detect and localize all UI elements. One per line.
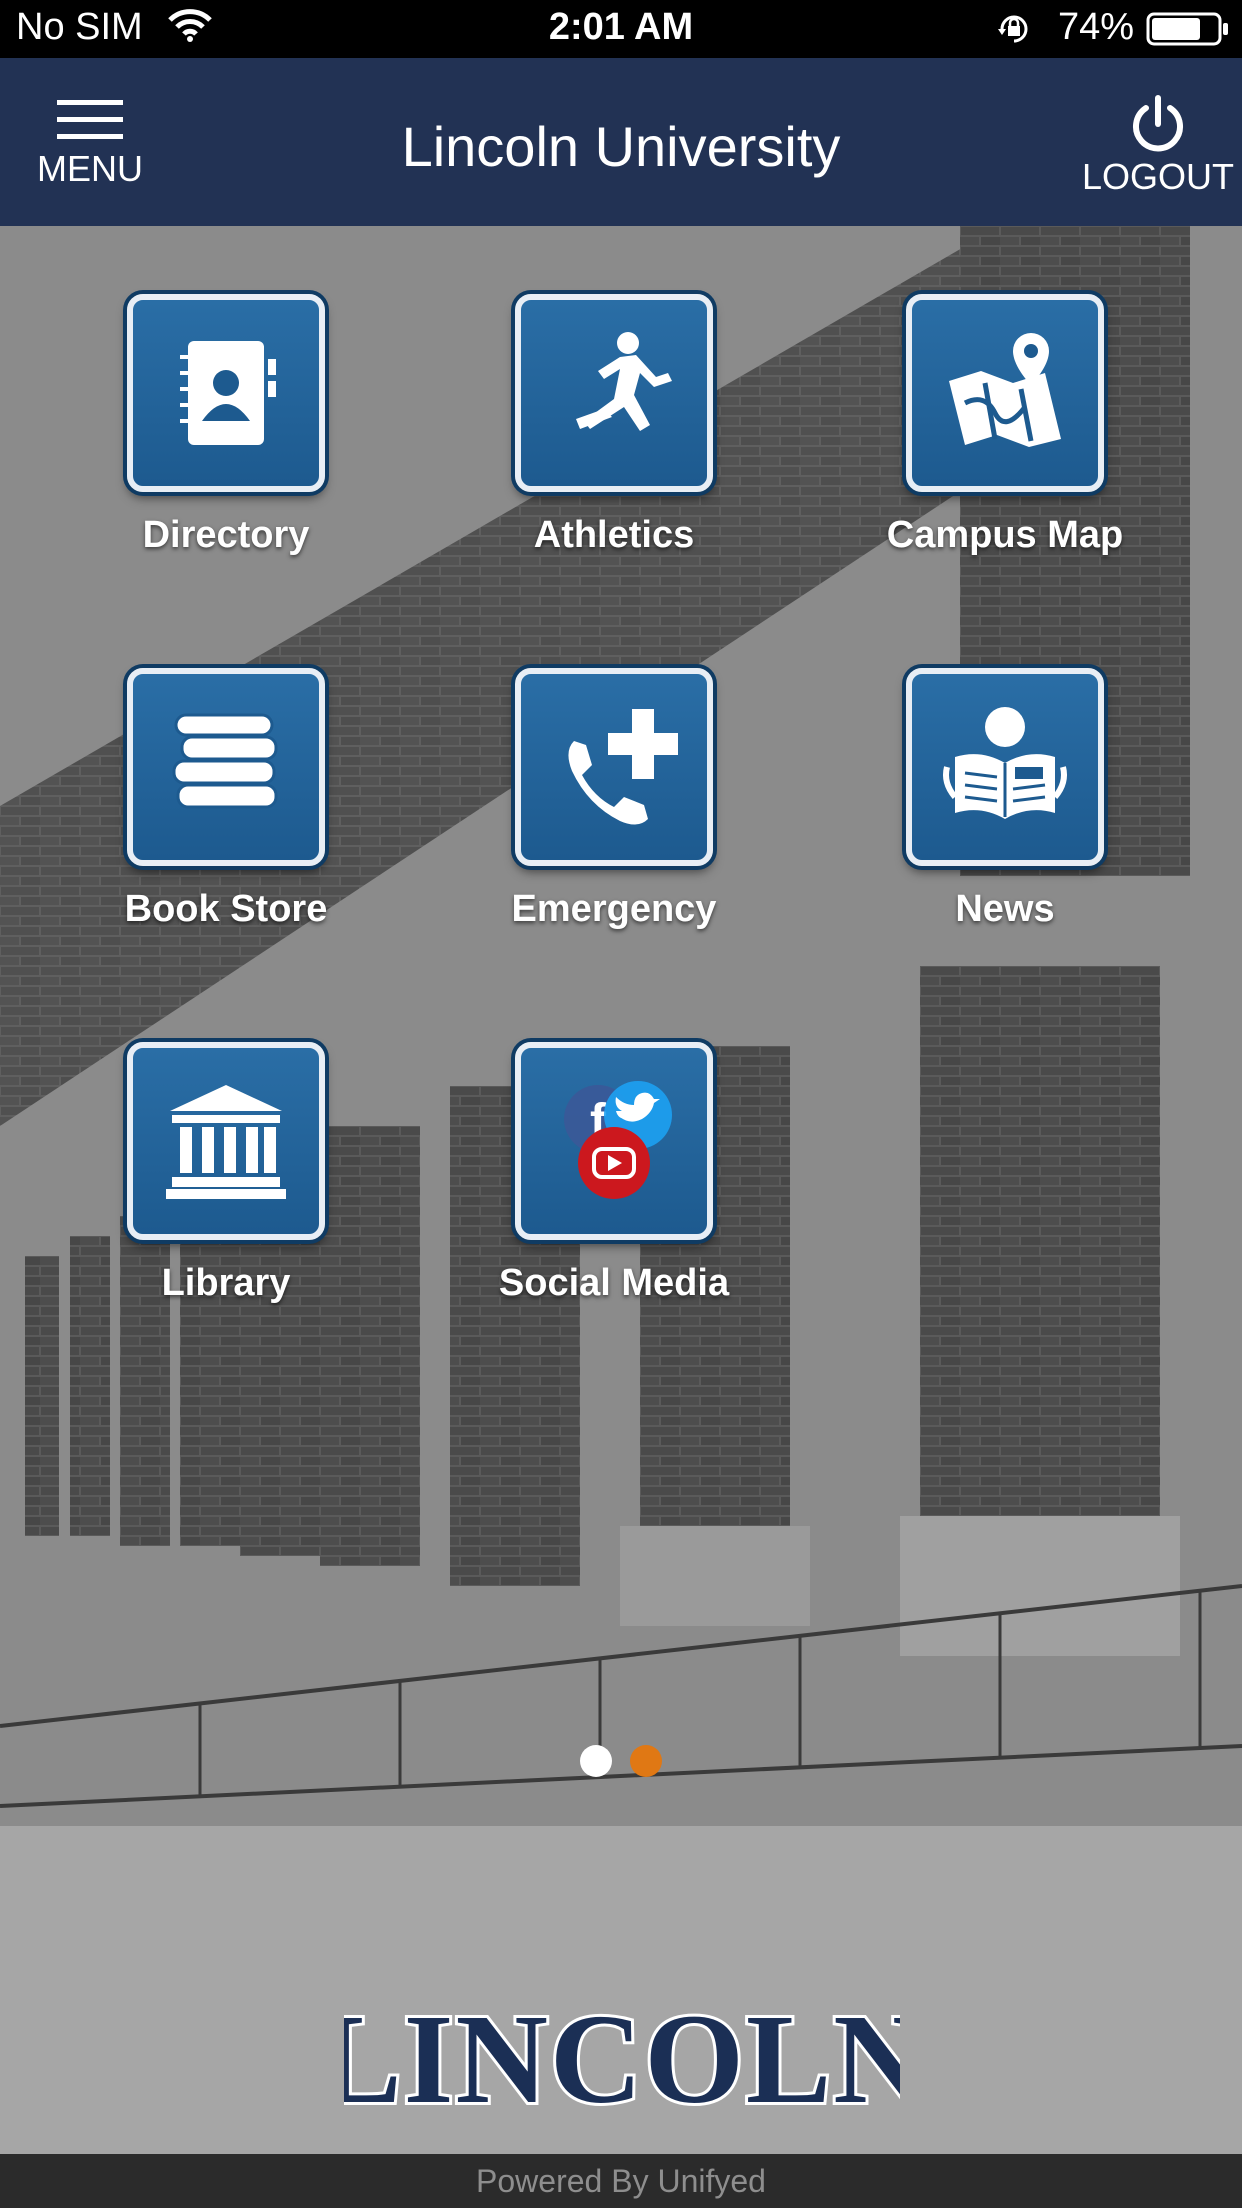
tile-icon-box [127,1042,325,1240]
orientation-lock-icon [994,9,1034,59]
tile-library[interactable]: Library [76,1042,376,1305]
page-dot-1[interactable] [579,1745,612,1777]
tile-campus-map[interactable]: Campus Map [855,294,1155,557]
tile-icon-box: f [515,1042,713,1240]
logout-button[interactable]: LOGOUT [1074,94,1242,214]
phone-plus-icon [568,709,678,825]
tile-label: Athletics [533,514,695,556]
battery-percent: 74% [1058,6,1135,48]
runner-icon [576,332,672,431]
lincoln-logo: LINCOLN [313,1985,928,2133]
tile-book-store[interactable]: Book Store [76,668,376,931]
tile-label: Social Media [498,1262,730,1304]
page-title: Lincoln University [401,115,841,178]
status-bar: No SIM 2:01 AM 74% [0,0,1242,58]
social-media-icon: f [564,1081,672,1199]
library-building-icon [166,1085,286,1199]
tile-label: News [955,888,1055,930]
address-book-icon [180,341,276,445]
power-icon [1133,95,1183,152]
app-header: MENU Lincoln University LOGOUT [0,58,1242,226]
tile-label: Directory [142,514,310,556]
tile-icon-box [906,294,1104,492]
tile-icon-box [127,668,325,866]
map-pin-icon [949,333,1061,447]
powered-by-label: Powered By Unifyed [476,2163,766,2199]
page-dot-2-active[interactable] [630,1745,663,1777]
tile-label: Emergency [511,888,717,930]
tile-label: Book Store [124,888,328,930]
books-icon [172,713,278,809]
footer: Powered By Unifyed [0,2154,1242,2208]
tile-directory[interactable]: Directory [76,294,376,557]
svg-text:LINCOLN: LINCOLN [344,1996,900,2120]
tile-icon-box [906,668,1104,866]
tile-icon-box [515,668,713,866]
tile-label: Library [161,1262,291,1304]
tile-athletics[interactable]: Athletics [464,294,764,557]
tile-emergency[interactable]: Emergency [464,668,764,931]
tile-social-media[interactable]: f Social Media [464,1042,764,1305]
battery-icon [1146,12,1230,56]
tile-news[interactable]: News [855,668,1155,931]
newspaper-reader-icon [943,707,1067,819]
page-indicator [0,1745,1242,1782]
tile-label: Campus Map [886,514,1124,556]
clock: 2:01 AM [548,6,694,48]
tile-icon-box [515,294,713,492]
tile-icon-box [127,294,325,492]
logout-label: LOGOUT [1081,156,1234,197]
